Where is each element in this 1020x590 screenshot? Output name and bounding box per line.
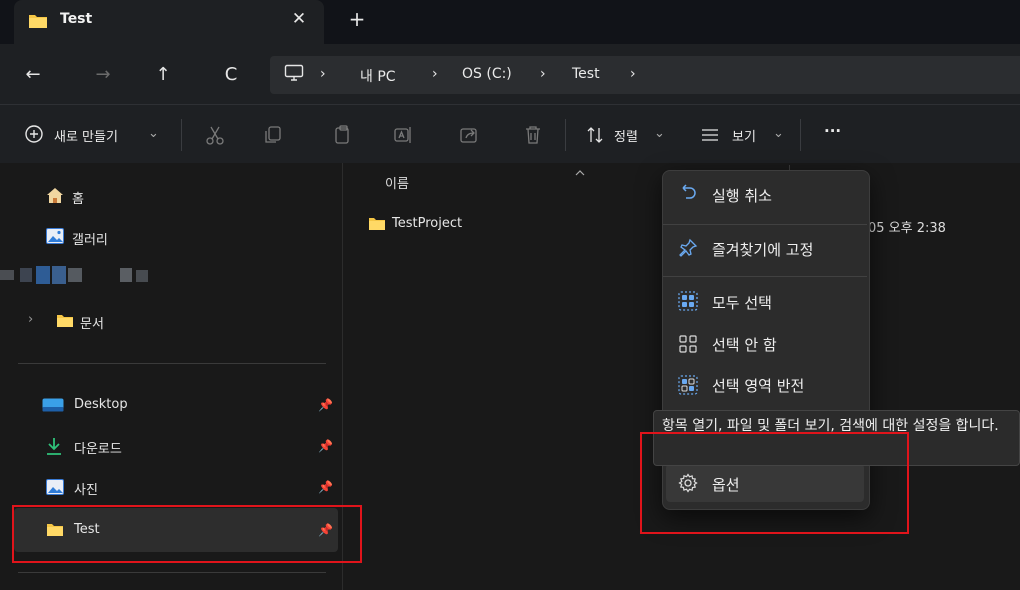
share-icon[interactable] bbox=[458, 124, 480, 146]
paste-icon[interactable] bbox=[332, 124, 354, 146]
home-icon bbox=[47, 188, 63, 203]
select-none-icon bbox=[679, 335, 697, 353]
menu-item-label: 선택 안 함 bbox=[712, 336, 777, 354]
breadcrumb-this-pc[interactable]: 내 PC bbox=[360, 66, 396, 86]
sidebar-item-label: 문서 bbox=[80, 317, 104, 332]
sidebar-item-label: Desktop bbox=[74, 397, 128, 412]
gallery-icon bbox=[46, 228, 64, 244]
desktop-icon bbox=[42, 398, 64, 412]
chevron-down-icon: ⌄ bbox=[654, 126, 665, 141]
breadcrumb-separator[interactable]: › bbox=[540, 66, 546, 82]
monitor-icon bbox=[284, 64, 304, 81]
pictures-icon bbox=[46, 479, 64, 495]
cut-icon[interactable] bbox=[204, 124, 226, 146]
view-button[interactable]: 보기 bbox=[732, 126, 756, 145]
chevron-down-icon: ⌄ bbox=[148, 126, 159, 141]
breadcrumb-os-c[interactable]: OS (C:) bbox=[462, 66, 512, 82]
invert-selection-icon bbox=[678, 375, 698, 395]
undo-icon bbox=[682, 184, 696, 199]
highlight-box bbox=[12, 505, 362, 563]
refresh-button[interactable]: C bbox=[218, 62, 244, 88]
menu-divider bbox=[663, 224, 867, 225]
plus-circle-icon bbox=[25, 125, 43, 143]
pin-icon: 📌 bbox=[318, 439, 333, 453]
tab-title: Test bbox=[60, 11, 93, 27]
menu-item-label: 모두 선택 bbox=[712, 294, 772, 312]
close-tab-button[interactable]: ✕ bbox=[288, 8, 310, 30]
sidebar-item-label: 다운로드 bbox=[74, 442, 122, 457]
sort-button[interactable]: 정렬 bbox=[614, 126, 638, 145]
breadcrumb-separator[interactable]: › bbox=[630, 66, 636, 82]
sort-caret-icon bbox=[575, 170, 585, 176]
select-all-icon bbox=[678, 291, 698, 311]
file-name: TestProject bbox=[392, 216, 463, 231]
new-button[interactable]: 새로 만들기 bbox=[54, 126, 118, 145]
rename-icon[interactable] bbox=[392, 124, 414, 146]
folder-icon bbox=[29, 15, 47, 28]
divider bbox=[565, 119, 566, 151]
sidebar-item-redacted[interactable] bbox=[0, 264, 160, 286]
divider bbox=[800, 119, 801, 151]
pin-icon bbox=[679, 238, 698, 257]
view-icon bbox=[702, 129, 718, 141]
breadcrumb-separator[interactable]: › bbox=[432, 66, 438, 82]
folder-icon bbox=[57, 315, 73, 327]
menu-item-label: 선택 영역 반전 bbox=[712, 377, 805, 395]
more-options-button[interactable]: ··· bbox=[824, 122, 841, 140]
folder-icon bbox=[369, 218, 385, 230]
chevron-down-icon: ⌄ bbox=[773, 126, 784, 141]
up-button[interactable]: ↑ bbox=[150, 62, 176, 88]
forward-button[interactable]: → bbox=[90, 62, 116, 88]
chevron-right-icon[interactable]: › bbox=[28, 312, 33, 327]
copy-icon[interactable] bbox=[262, 124, 284, 146]
sort-icon bbox=[587, 127, 603, 143]
pin-icon: 📌 bbox=[318, 480, 333, 494]
menu-item-label: 실행 취소 bbox=[712, 187, 772, 205]
breadcrumb-separator[interactable]: › bbox=[320, 66, 326, 82]
file-date: 05 오후 2:38 bbox=[868, 221, 946, 236]
back-button[interactable]: ← bbox=[20, 62, 46, 88]
divider bbox=[181, 119, 182, 151]
sidebar-item-label: 갤러리 bbox=[72, 233, 108, 248]
breadcrumb-test[interactable]: Test bbox=[572, 66, 600, 82]
trash-icon[interactable] bbox=[522, 124, 544, 146]
sidebar-item-label: 사진 bbox=[74, 483, 98, 498]
menu-item-label: 즐겨찾기에 고정 bbox=[712, 241, 814, 259]
sidebar-item-label: 홈 bbox=[72, 192, 84, 207]
column-header-name[interactable]: 이름 bbox=[385, 173, 409, 192]
divider bbox=[18, 572, 326, 573]
divider bbox=[18, 363, 326, 364]
highlight-box bbox=[640, 432, 909, 534]
menu-divider bbox=[663, 276, 867, 277]
pin-icon: 📌 bbox=[318, 398, 333, 412]
new-tab-button[interactable]: + bbox=[346, 8, 368, 30]
download-icon bbox=[47, 438, 61, 455]
